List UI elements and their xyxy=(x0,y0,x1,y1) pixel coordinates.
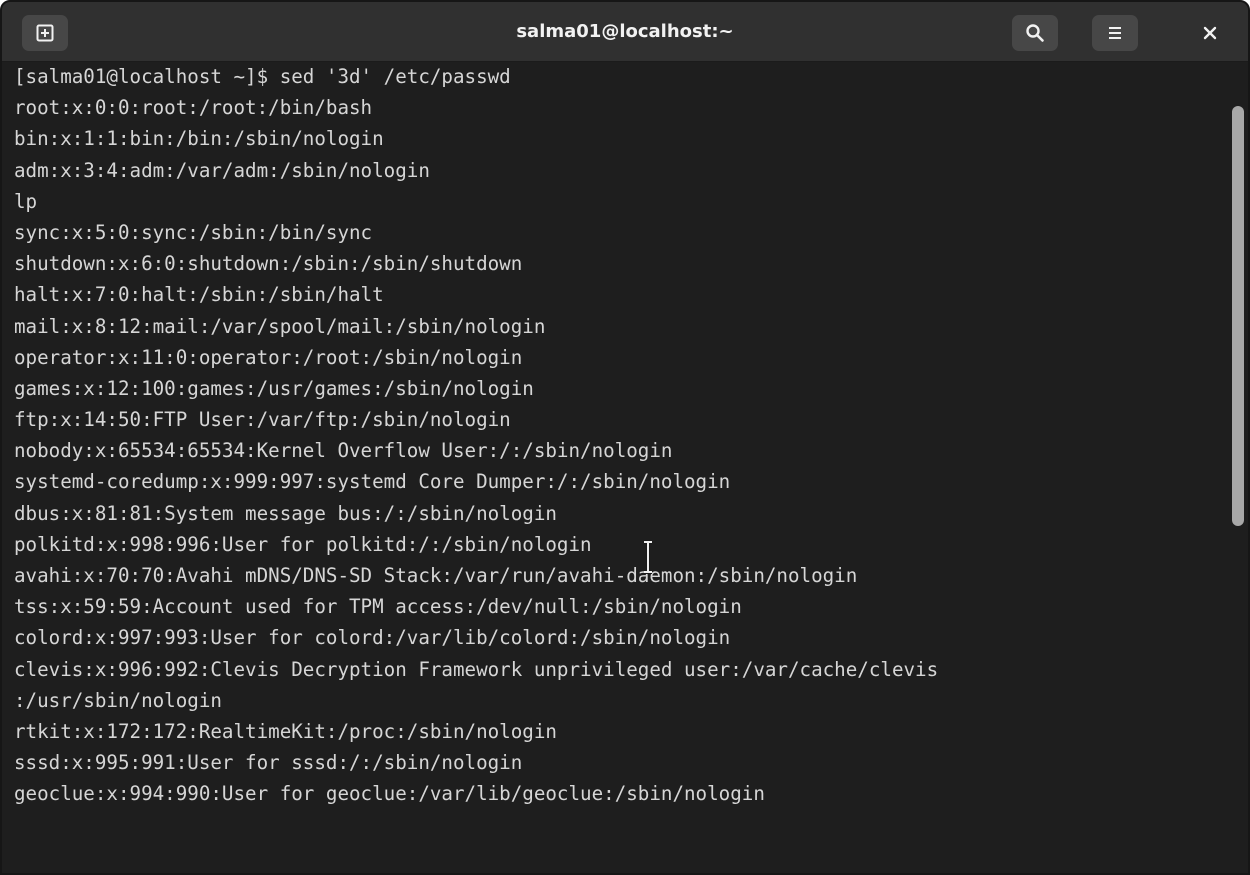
terminal-output-line: bin:x:1:1:bin:/bin:/sbin/nologin xyxy=(14,127,384,151)
search-icon xyxy=(1026,24,1044,42)
terminal-output-line: nobody:x:65534:65534:Kernel Overflow Use… xyxy=(14,439,673,463)
terminal-output-line: polkitd:x:998:996:User for polkitd:/:/sb… xyxy=(14,532,592,556)
terminal-output-line: ftp:x:14:50:FTP User:/var/ftp:/sbin/nolo… xyxy=(14,408,511,432)
terminal-output-line: sssd:x:995:991:User for sssd:/:/sbin/nol… xyxy=(14,751,523,775)
terminal-output-line: clevis:x:996:992:Clevis Decryption Frame… xyxy=(14,657,939,681)
close-icon xyxy=(1203,26,1217,40)
terminal-output-line: games:x:12:100:games:/usr/games:/sbin/no… xyxy=(14,376,534,400)
terminal-output-line: root:x:0:0:root:/root:/bin/bash xyxy=(14,96,373,120)
terminal-output-line: shutdown:x:6:0:shutdown:/sbin:/sbin/shut… xyxy=(14,252,523,276)
terminal-output-line: lp xyxy=(14,189,38,213)
terminal-output-line: halt:x:7:0:halt:/sbin:/sbin/halt xyxy=(14,283,384,307)
terminal-command-line: [salma01@localhost ~]$ sed '3d' /etc/pas… xyxy=(14,65,511,88)
terminal-output[interactable]: [salma01@localhost ~]$ sed '3d' /etc/pas… xyxy=(2,62,1226,873)
terminal-output-line: colord:x:997:993:User for colord:/var/li… xyxy=(14,626,731,650)
window-title: salma01@localhost:~ xyxy=(516,21,734,42)
search-button[interactable] xyxy=(1012,15,1058,51)
scrollbar-thumb[interactable] xyxy=(1232,106,1244,526)
terminal-output-line: operator:x:11:0:operator:/root:/sbin/nol… xyxy=(14,345,523,369)
terminal-output-line: avahi:x:70:70:Avahi mDNS/DNS-SD Stack:/v… xyxy=(14,564,858,587)
close-button[interactable] xyxy=(1192,15,1228,51)
terminal-output-line: dbus:x:81:81:System message bus:/:/sbin/… xyxy=(14,501,557,525)
menu-button[interactable] xyxy=(1092,15,1138,51)
terminal-output-line: mail:x:8:12:mail:/var/spool/mail:/sbin/n… xyxy=(14,314,546,338)
terminal-output-line: :/usr/sbin/nologin xyxy=(14,688,222,712)
hamburger-menu-icon xyxy=(1109,27,1121,39)
terminal-output-line: adm:x:3:4:adm:/var/adm:/sbin/nologin xyxy=(14,158,430,182)
terminal-output-line: geoclue:x:994:990:User for geoclue:/var/… xyxy=(14,782,765,806)
terminal-output-line: sync:x:5:0:sync:/sbin:/bin/sync xyxy=(14,220,373,244)
title-bar: salma01@localhost:~ xyxy=(2,2,1248,62)
text-cursor-icon xyxy=(644,540,652,574)
terminal-output-line: tss:x:59:59:Account used for TPM access:… xyxy=(14,595,742,619)
terminal-output-line: rtkit:x:172:172:RealtimeKit:/proc:/sbin/… xyxy=(14,719,557,743)
terminal-window: salma01@localhost:~ [salma01@localhost ~… xyxy=(0,0,1250,875)
terminal-output-line: systemd-coredump:x:999:997:systemd Core … xyxy=(14,470,731,494)
